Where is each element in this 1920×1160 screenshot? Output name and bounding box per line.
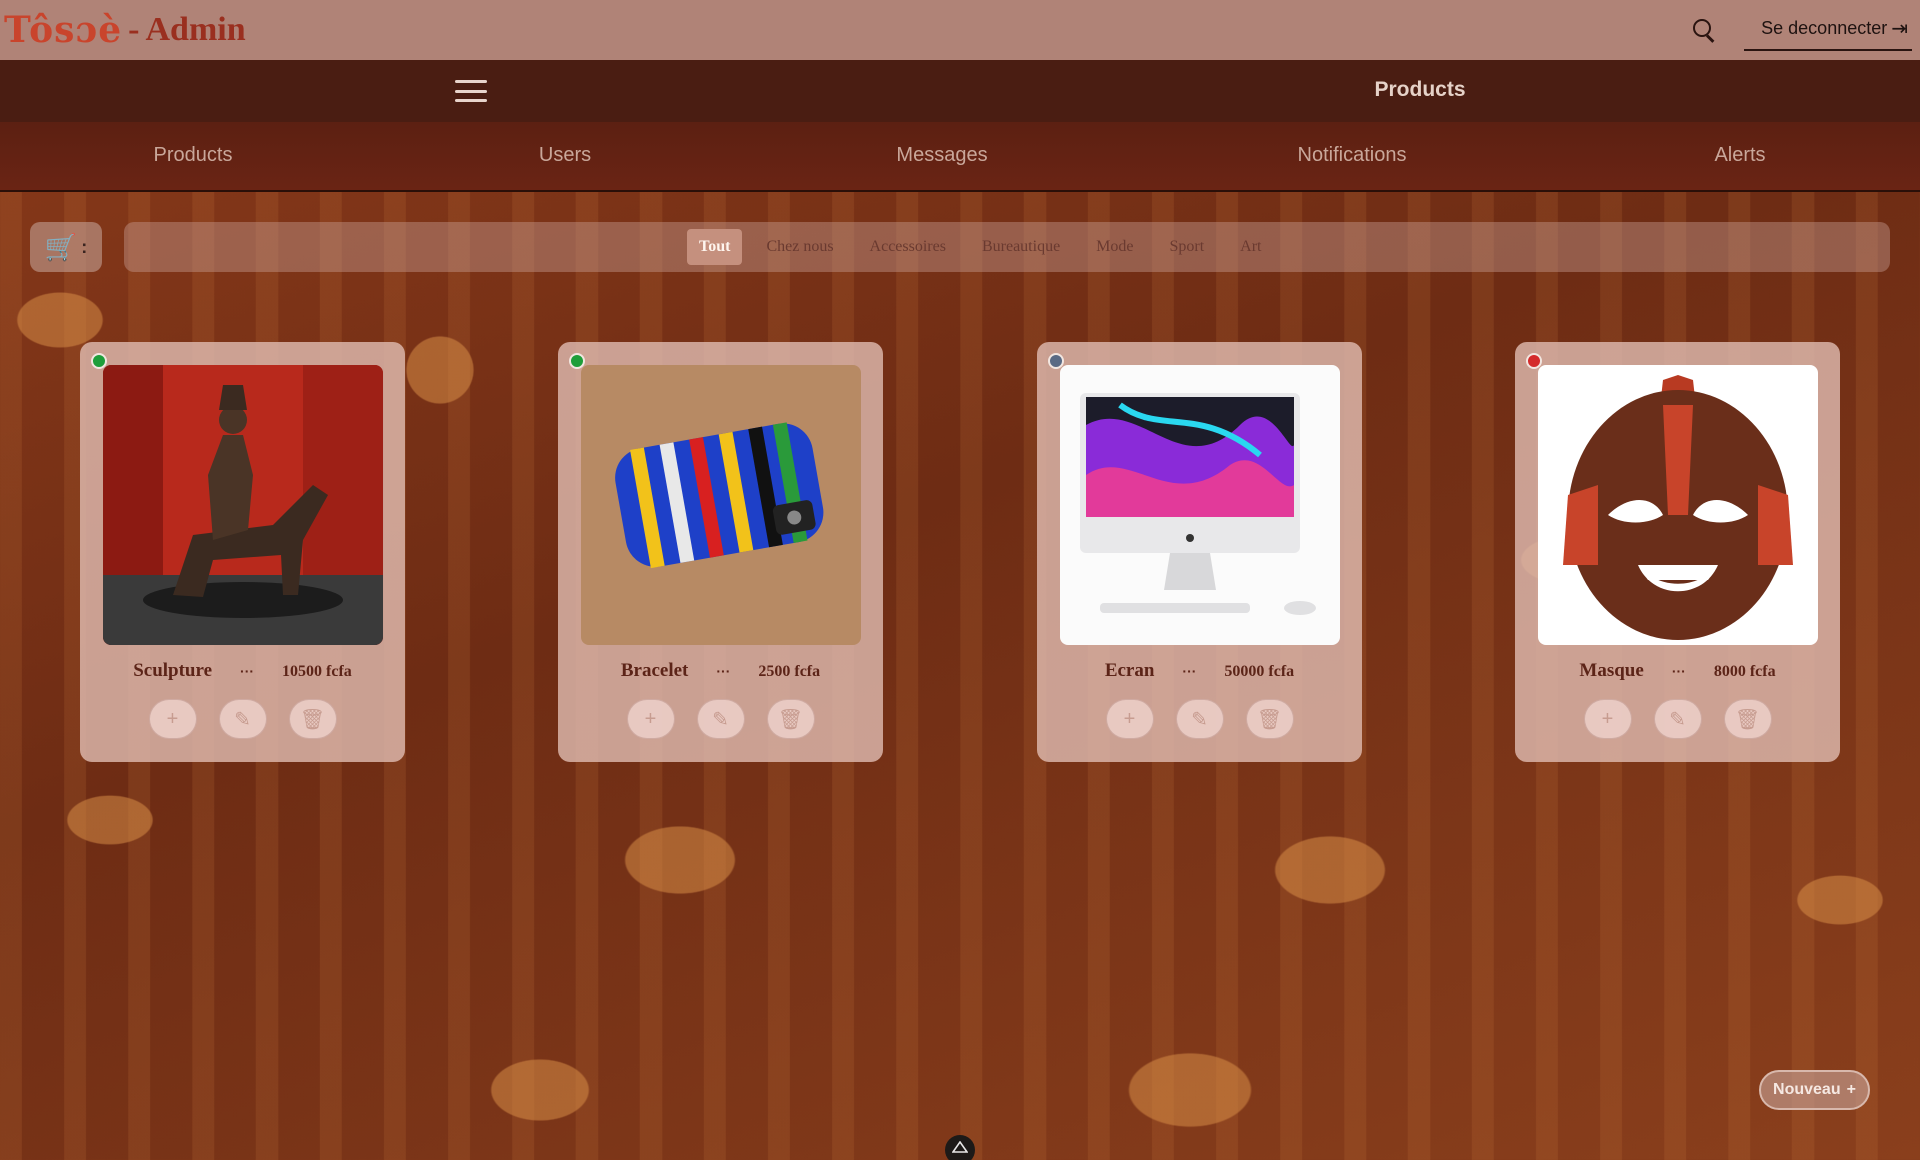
edit-button[interactable]: ✎ [1653, 699, 1702, 739]
product-card[interactable]: Masque ··· 8000 fcfa + ✎ 🗑 [1515, 342, 1840, 762]
hamburger-line [455, 99, 487, 102]
new-product-label: Nouveau [1773, 1081, 1841, 1098]
triangle-icon [952, 1141, 968, 1153]
more-options-icon[interactable]: ··· [1672, 663, 1686, 679]
bracelet-image [581, 365, 861, 645]
top-header: Tôsɔè - Admin Se deconnecter ⇥ [0, 0, 1920, 60]
product-card[interactable]: Ecran ··· 50000 fcfa + ✎ 🗑 [1037, 342, 1362, 762]
product-price: 8000 fcfa [1713, 663, 1776, 680]
new-product-button[interactable]: Nouveau + [1759, 1070, 1870, 1110]
logout-icon: ⇥ [1891, 17, 1908, 40]
top-actions: Se deconnecter ⇥ [1692, 10, 1912, 51]
product-image-bracelet [581, 365, 861, 645]
brand-separator: - [128, 11, 140, 48]
product-image-sculpture [103, 365, 383, 645]
plus-icon: + [1846, 1081, 1856, 1098]
product-name: Ecran [1104, 660, 1155, 681]
product-info: Ecran ··· 50000 fcfa [1037, 660, 1362, 682]
product-name: Sculpture [133, 660, 213, 681]
product-actions: + ✎ 🗑 [80, 699, 405, 739]
add-button[interactable]: + [1583, 699, 1632, 739]
product-name: Masque [1579, 660, 1644, 681]
product-actions: + ✎ 🗑 [1515, 699, 1840, 739]
product-image-masque [1538, 365, 1818, 645]
product-price: 50000 fcfa [1224, 663, 1295, 680]
add-button[interactable]: + [148, 699, 197, 739]
nav-item-notifications[interactable]: Notifications [1242, 144, 1462, 167]
brand[interactable]: Tôsɔè - Admin [4, 9, 246, 51]
product-card[interactable]: Sculpture ··· 10500 fcfa + ✎ 🗑 [80, 342, 405, 762]
mask-image [1538, 365, 1818, 645]
more-options-icon[interactable]: ··· [716, 663, 730, 679]
hamburger-line [455, 80, 487, 83]
cart-separator: : [81, 236, 88, 257]
main-nav: Products Users Messages Notifications Al… [0, 122, 1920, 192]
category-chip-mode[interactable]: Mode [1084, 229, 1145, 265]
product-info: Sculpture ··· 10500 fcfa [80, 660, 405, 682]
brand-admin-label: Admin [145, 11, 246, 48]
delete-button[interactable]: 🗑 [288, 699, 337, 739]
brand-logo: Tôsɔè [4, 9, 123, 51]
more-options-icon[interactable]: ··· [240, 663, 254, 679]
hamburger-line [455, 89, 487, 93]
nav-item-alerts[interactable]: Alerts [1630, 144, 1850, 167]
cart-icon: 🛒 [44, 231, 78, 262]
add-button[interactable]: + [1105, 699, 1154, 739]
hamburger-menu-icon[interactable] [455, 80, 487, 102]
edit-button[interactable]: ✎ [218, 699, 267, 739]
product-info: Bracelet ··· 2500 fcfa [558, 660, 883, 682]
category-list: Tout Chez nous Accessoires Bureautique M… [687, 229, 1286, 265]
category-chip-tout[interactable]: Tout [687, 229, 743, 265]
nav-item-messages[interactable]: Messages [832, 144, 1052, 167]
page-title: Products [1374, 78, 1466, 101]
product-image-ecran [1060, 365, 1340, 645]
product-actions: + ✎ 🗑 [558, 699, 883, 739]
devtools-toggle-icon[interactable] [945, 1135, 975, 1160]
product-price: 2500 fcfa [758, 663, 821, 680]
edit-button[interactable]: ✎ [1175, 699, 1224, 739]
nav-item-users[interactable]: Users [455, 144, 675, 167]
logout-button[interactable]: Se deconnecter ⇥ [1744, 10, 1912, 51]
nav-item-products[interactable]: Products [83, 144, 303, 167]
product-info: Masque ··· 8000 fcfa [1515, 660, 1840, 682]
cart-button[interactable]: 🛒 : [30, 222, 102, 272]
add-button[interactable]: + [626, 699, 675, 739]
more-options-icon[interactable]: ··· [1182, 663, 1196, 679]
category-chip-accessoires[interactable]: Accessoires [858, 229, 958, 265]
delete-button[interactable]: 🗑 [766, 699, 815, 739]
logout-label: Se deconnecter [1761, 17, 1888, 38]
monitor-image [1060, 365, 1340, 645]
product-actions: + ✎ 🗑 [1037, 699, 1362, 739]
search-icon[interactable] [1692, 18, 1716, 42]
delete-button[interactable]: 🗑 [1245, 699, 1294, 739]
delete-button[interactable]: 🗑 [1723, 699, 1772, 739]
product-name: Bracelet [620, 660, 689, 681]
sculpture-image [103, 365, 383, 645]
category-chip-sport[interactable]: Sport [1158, 229, 1217, 265]
sub-header: Products [0, 60, 1920, 122]
product-price: 10500 fcfa [282, 663, 352, 680]
category-chip-art[interactable]: Art [1228, 229, 1273, 265]
category-filter-bar: Tout Chez nous Accessoires Bureautique M… [124, 222, 1890, 272]
category-chip-chez-nous[interactable]: Chez nous [754, 229, 845, 265]
product-card[interactable]: Bracelet ··· 2500 fcfa + ✎ 🗑 [558, 342, 883, 762]
category-chip-bureautique[interactable]: Bureautique [970, 229, 1072, 265]
edit-button[interactable]: ✎ [696, 699, 745, 739]
